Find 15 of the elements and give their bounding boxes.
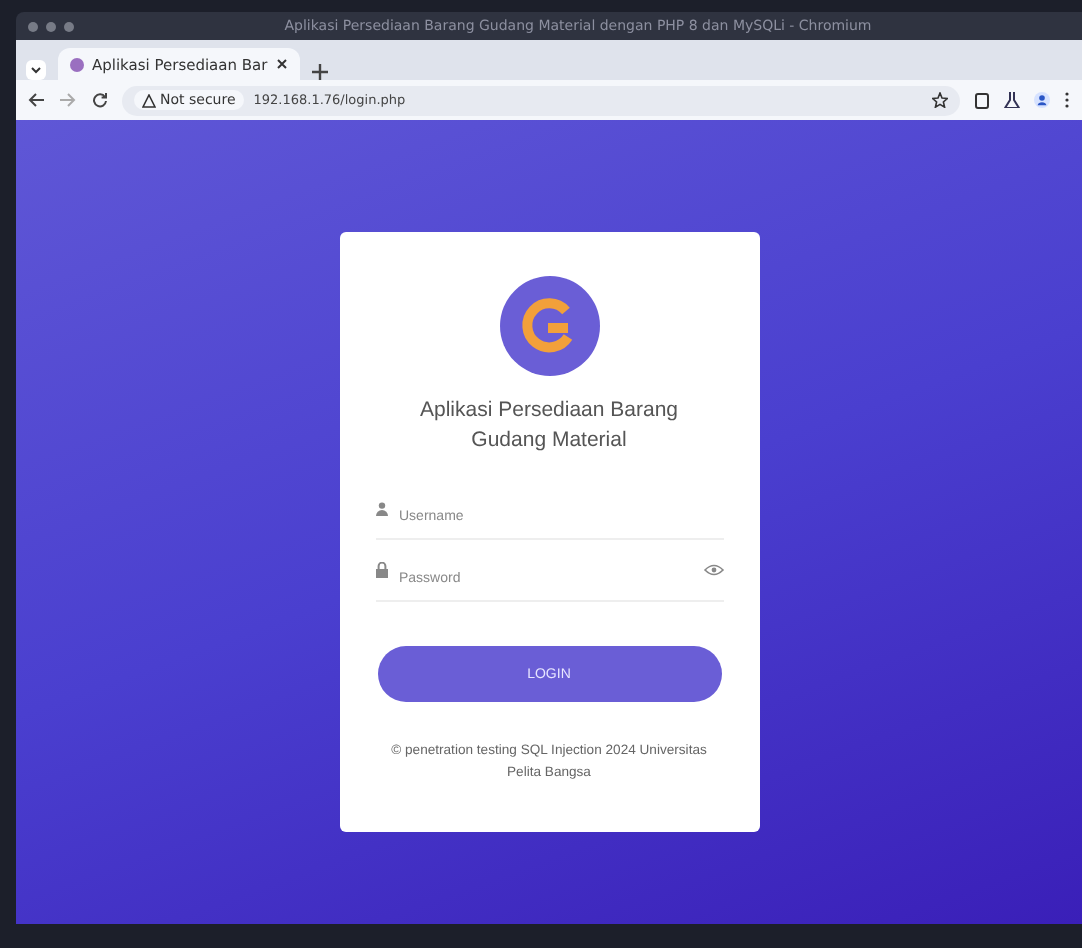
labs-icon[interactable] [1004, 92, 1020, 108]
logo [499, 276, 599, 376]
new-tab-icon[interactable] [311, 64, 328, 80]
close-icon[interactable] [275, 58, 288, 70]
app-title: Aplikasi Persediaan Barang Gudang Material [419, 396, 679, 455]
profile-icon[interactable] [1034, 92, 1050, 108]
extensions-icon[interactable] [974, 91, 990, 109]
bookmark-star-icon[interactable] [932, 92, 948, 108]
user-icon [375, 501, 387, 516]
reload-icon[interactable] [92, 92, 108, 108]
eye-icon[interactable] [703, 564, 723, 577]
lock-icon [375, 562, 387, 579]
dropdown-icon[interactable] [26, 60, 46, 80]
back-icon[interactable] [28, 92, 46, 108]
menu-icon[interactable] [1064, 92, 1070, 108]
